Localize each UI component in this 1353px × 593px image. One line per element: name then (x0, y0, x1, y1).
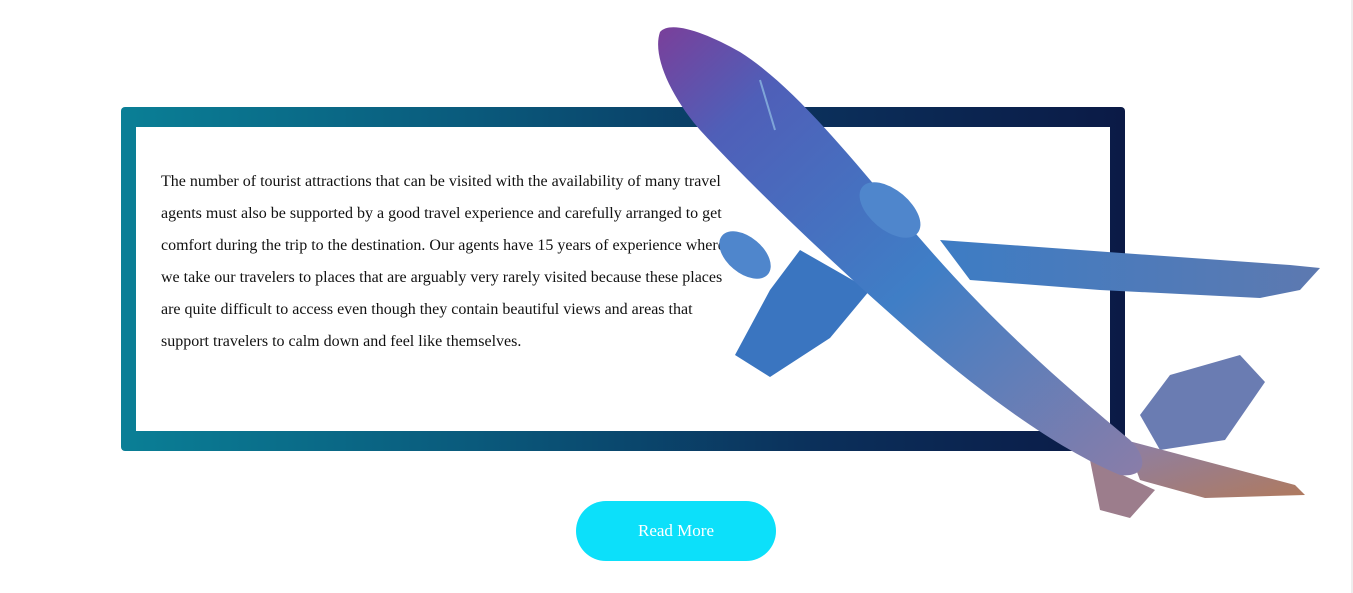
airplane-image (658, 27, 1320, 518)
right-wing (940, 240, 1320, 298)
about-section: The number of tourist attractions that c… (0, 0, 1353, 593)
vertical-stabilizer (1140, 355, 1265, 450)
left-engine (719, 231, 771, 279)
read-more-button[interactable]: Read More (576, 501, 776, 561)
